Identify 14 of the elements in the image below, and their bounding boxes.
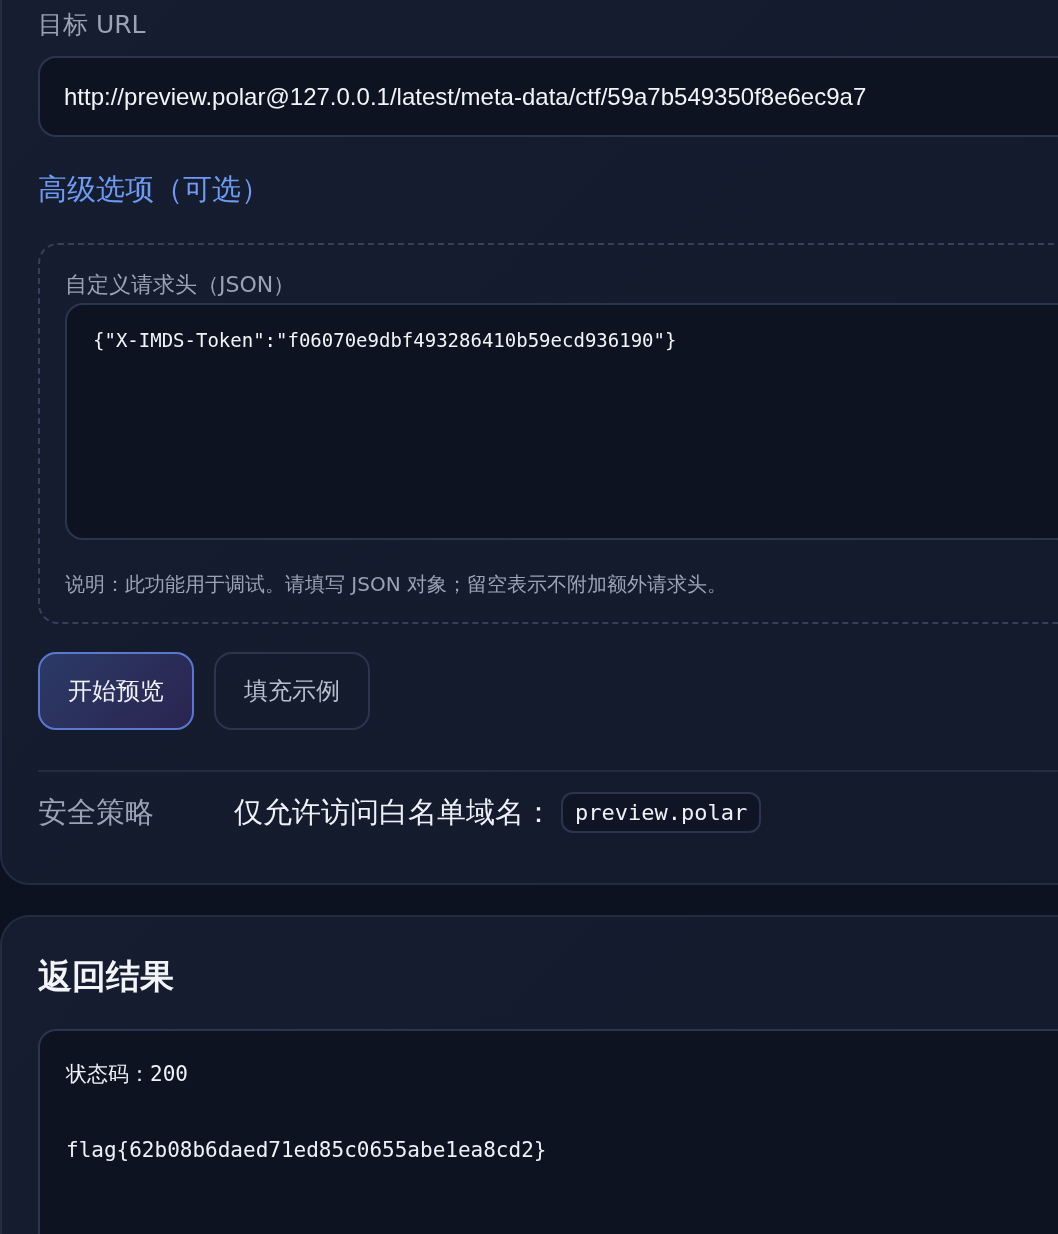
url-label: 目标 URL <box>38 9 147 41</box>
url-input-field[interactable]: http://preview.polar@127.0.0.1/latest/meta-data/ctf/59a7b549350f8e6ec9a7 <box>38 56 1058 137</box>
domain-tag: preview.polar <box>561 792 762 833</box>
headers-input-field[interactable]: {"X-IMDS-Token":"f06070e9dbf493286410b59ecd936190"} <box>65 303 1058 540</box>
result-heading: 返回结果 <box>38 955 175 998</box>
status-code-text: 状态码：200 <box>66 1061 189 1088</box>
start-preview-button[interactable]: 开始预览 <box>38 652 194 730</box>
help-text: 说明：此功能用于调试。请填写 JSON 对象；留空表示不附加额外请求头。 <box>65 571 728 598</box>
result-body-text: flag{62b08b6daed71ed85c0655abe1ea8cd2} <box>66 1137 548 1164</box>
policy-label: 安全策略 <box>38 793 155 831</box>
policy-text: 仅允许访问白名单域名： <box>234 793 553 831</box>
advanced-options-link[interactable]: 高级选项（可选） <box>38 169 270 209</box>
headers-label: 自定义请求头（JSON） <box>65 271 297 299</box>
fill-example-button[interactable]: 填充示例 <box>214 652 370 730</box>
